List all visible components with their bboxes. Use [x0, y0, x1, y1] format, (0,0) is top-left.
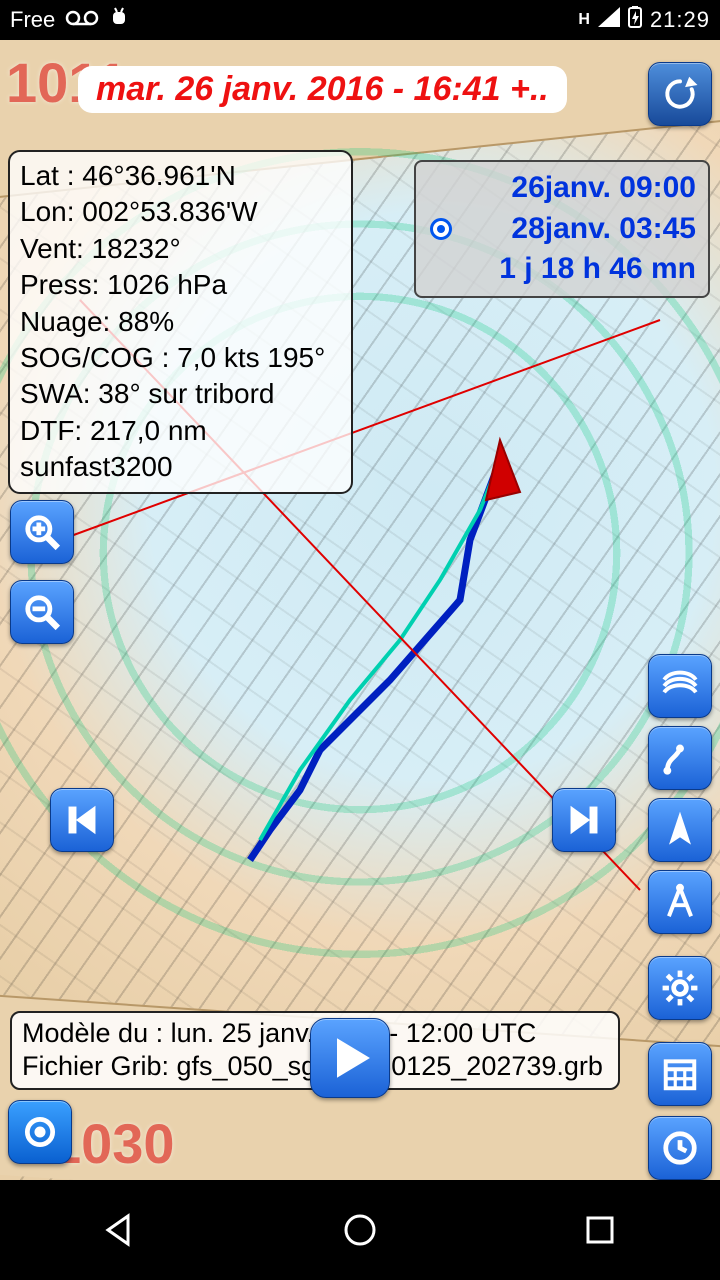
nautical-chart-map[interactable]: 1011 1030 mar. 26 janv. 2016 - 16:41 +..… — [0, 40, 720, 1180]
info-lat: Lat : 46°36.961'N — [20, 158, 341, 194]
nav-recent-button[interactable] — [540, 1200, 660, 1260]
refresh-button[interactable] — [648, 62, 712, 126]
zoom-out-button[interactable] — [10, 580, 74, 644]
time-start: 26janv. 09:00 — [466, 168, 696, 209]
info-sogcog: SOG/COG : 7,0 kts 195° — [20, 340, 341, 376]
info-swa: SWA: 38° sur tribord — [20, 376, 341, 412]
android-debug-icon — [109, 6, 129, 34]
play-button[interactable] — [310, 1018, 390, 1098]
voicemail-icon — [65, 7, 99, 33]
measure-tool-button[interactable] — [648, 870, 712, 934]
time-end: 28janv. 03:45 — [466, 209, 696, 250]
center-position-button[interactable] — [8, 1100, 72, 1164]
layers-button[interactable] — [648, 654, 712, 718]
position-info-panel: Lat : 46°36.961'N Lon: 002°53.836'W Vent… — [8, 150, 353, 494]
info-lon: Lon: 002°53.836'W — [20, 194, 341, 230]
network-type-label: H — [578, 11, 590, 29]
routing-time-panel[interactable]: 26janv. 09:00 28janv. 03:45 1 j 18 h 46 … — [414, 160, 710, 298]
battery-charging-icon — [628, 6, 642, 34]
signal-icon — [598, 7, 620, 33]
info-wind: Vent: 18232° — [20, 231, 341, 267]
status-clock: 21:29 — [650, 7, 710, 33]
zoom-in-button[interactable] — [10, 500, 74, 564]
nav-back-button[interactable] — [60, 1200, 180, 1260]
radio-selected-icon — [430, 218, 452, 240]
calendar-button[interactable] — [648, 1042, 712, 1106]
next-step-button[interactable] — [552, 788, 616, 852]
nav-home-button[interactable] — [300, 1200, 420, 1260]
status-bar: Free H 21:29 — [0, 0, 720, 40]
info-boat: sunfast3200 — [20, 449, 341, 485]
settings-button[interactable] — [648, 956, 712, 1020]
time-duration: 1 j 18 h 46 mn — [466, 249, 696, 290]
info-dtf: DTF: 217,0 nm — [20, 413, 341, 449]
android-navbar — [0, 1180, 720, 1280]
carrier-label: Free — [10, 7, 55, 33]
clock-button[interactable] — [648, 1116, 712, 1180]
info-cloud: Nuage: 88% — [20, 304, 341, 340]
previous-step-button[interactable] — [50, 788, 114, 852]
boat-tool-button[interactable] — [648, 798, 712, 862]
forecast-date-banner: mar. 26 janv. 2016 - 16:41 +.. — [78, 66, 567, 113]
info-press: Press: 1026 hPa — [20, 267, 341, 303]
route-tool-button[interactable] — [648, 726, 712, 790]
